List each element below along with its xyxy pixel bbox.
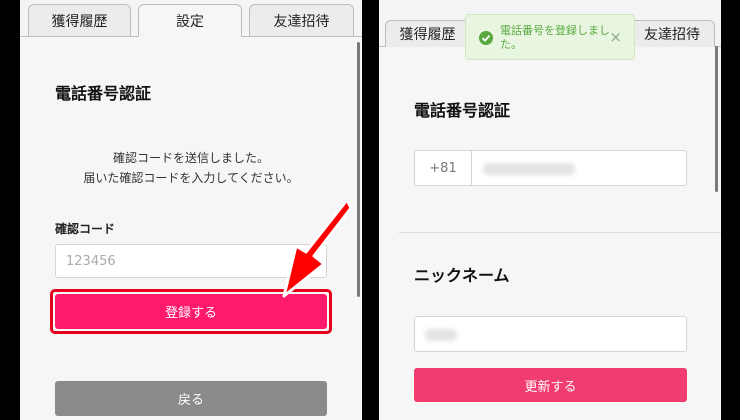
back-button[interactable]: 戻る	[55, 381, 327, 416]
tab-settings[interactable]: 設定	[138, 4, 242, 37]
tab-invite-right[interactable]: 友達招待	[629, 20, 715, 47]
right-screen: 獲得履歴 友達招待 ‹ 電話番号認証 +81 ニックネーム 更新する	[379, 0, 721, 420]
message-line-2: 届いた確認コードを入力してください。	[83, 171, 299, 185]
message-line-1: 確認コードを送信しました。	[112, 151, 269, 165]
nickname-input[interactable]	[414, 316, 687, 352]
page-title: 電話番号認証	[55, 84, 152, 103]
success-toast: 電話番号を登録しました。 ×	[465, 14, 635, 60]
phone-field[interactable]: +81	[414, 150, 687, 186]
scrollbar-right[interactable]	[715, 46, 718, 192]
chevron-left-icon[interactable]: ‹	[401, 22, 408, 43]
nickname-redacted	[425, 329, 457, 341]
check-circle-icon	[479, 31, 493, 45]
tab-history-right[interactable]: 獲得履歴	[385, 20, 470, 47]
update-button[interactable]: 更新する	[414, 368, 687, 402]
phone-number-redacted	[483, 163, 575, 175]
nickname-title: ニックネーム	[414, 266, 510, 285]
tab-invite[interactable]: 友達招待	[249, 4, 354, 36]
code-label: 確認コード	[55, 222, 116, 236]
phone-title: 電話番号認証	[414, 101, 511, 120]
country-code: +81	[415, 151, 472, 185]
close-icon[interactable]: ×	[609, 28, 622, 46]
section-divider	[399, 232, 721, 233]
tab-history[interactable]: 獲得履歴	[28, 4, 131, 36]
red-arrow-icon	[282, 198, 352, 298]
toast-message: 電話番号を登録しました。	[500, 24, 610, 51]
tab-bar: 獲得履歴 設定 友達招待	[20, 0, 362, 37]
